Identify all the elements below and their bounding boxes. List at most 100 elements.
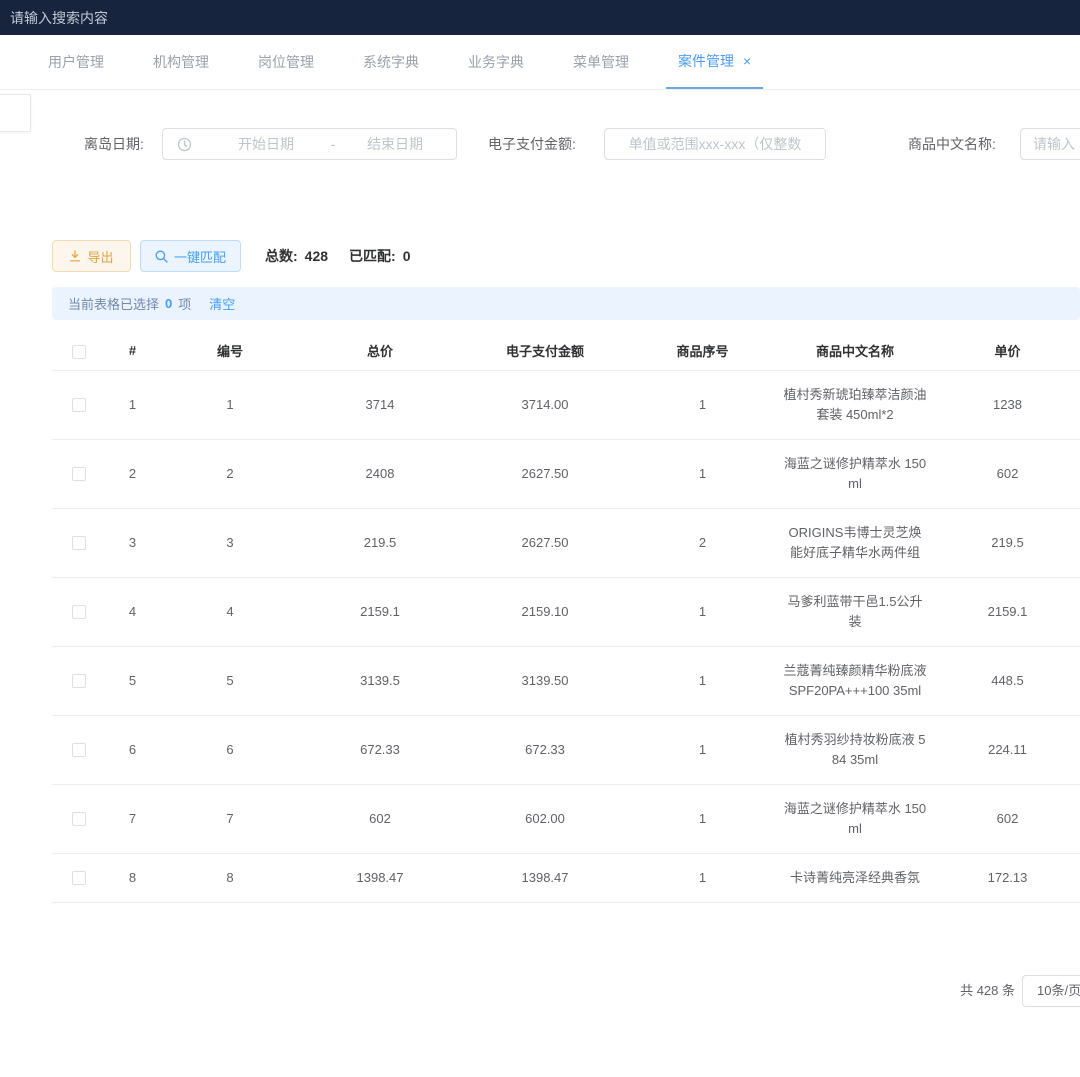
cell-index: 7: [105, 784, 160, 853]
tab-menu-mgmt[interactable]: 菜单管理: [573, 35, 629, 89]
cell-unit: 219.5: [935, 508, 1080, 577]
cell-epay: 672.33: [460, 715, 630, 784]
epay-amount-input[interactable]: 单值或范围xxx-xxx（仅整数: [604, 128, 826, 160]
table-row: 4 4 2159.1 2159.10 1 马爹利蓝带干邑1.5公升装 2159.…: [52, 577, 1080, 646]
table-body: 1 1 3714 3714.00 1 植村秀新琥珀臻萃洁颜油套装 450ml*2…: [52, 370, 1080, 902]
selection-count: 0: [165, 296, 172, 311]
cell-index: 3: [105, 508, 160, 577]
cell-seq: 1: [630, 715, 775, 784]
cell-epay: 602.00: [460, 784, 630, 853]
cell-code: 8: [160, 853, 300, 902]
cell-unit: 172.13: [935, 853, 1080, 902]
cell-epay: 2627.50: [460, 508, 630, 577]
cases-table: # 编号 总价 电子支付金额 商品序号 商品中文名称 单价 1 1 3714 3…: [52, 332, 1080, 905]
one-click-match-button[interactable]: 一键匹配: [140, 240, 241, 272]
cell-index: 1: [105, 370, 160, 439]
cell-index: 8: [105, 853, 160, 902]
depart-date-label: 离岛日期:: [84, 128, 144, 160]
table-row: 6 6 672.33 672.33 1 植村秀羽纱持妆粉底液 584 35ml …: [52, 715, 1080, 784]
global-search-input[interactable]: 请输入搜索内容: [10, 8, 108, 28]
close-icon[interactable]: ×: [743, 54, 751, 68]
export-button-label: 导出: [87, 247, 113, 266]
date-range-separator: -: [323, 136, 343, 152]
selection-suffix: 项: [178, 294, 191, 313]
download-icon: [69, 250, 81, 262]
cell-total: 3139.5: [300, 646, 460, 715]
tab-case-mgmt[interactable]: 案件管理 ×: [666, 35, 763, 89]
table-row: 8 8 1398.47 1398.47 1 卡诗菁纯亮泽经典香氛 172.13: [52, 853, 1080, 902]
cell-code: 1: [160, 370, 300, 439]
pagination-total: 共 428 条: [960, 975, 1015, 1007]
matched-value: 0: [403, 240, 411, 272]
tab-business-dict[interactable]: 业务字典: [468, 35, 524, 89]
cell-unit: 448.5: [935, 646, 1080, 715]
cell-unit: 602: [935, 784, 1080, 853]
tab-org-mgmt[interactable]: 机构管理: [153, 35, 209, 89]
corner-panel-fragment: [0, 94, 31, 132]
clear-selection-link[interactable]: 清空: [209, 294, 235, 313]
cell-epay: 1398.47: [460, 853, 630, 902]
table-row: 1 1 3714 3714.00 1 植村秀新琥珀臻萃洁颜油套装 450ml*2…: [52, 370, 1080, 439]
depart-date-range-input[interactable]: 开始日期 - 结束日期: [162, 128, 457, 160]
product-name-input[interactable]: 请输入: [1020, 128, 1080, 160]
table-header-row: # 编号 总价 电子支付金额 商品序号 商品中文名称 单价: [52, 332, 1080, 370]
row-checkbox[interactable]: [72, 871, 86, 885]
epay-amount-label: 电子支付金额:: [488, 128, 576, 160]
tab-post-mgmt[interactable]: 岗位管理: [258, 35, 314, 89]
cell-seq: 1: [630, 784, 775, 853]
table-row: 5 5 3139.5 3139.50 1 兰蔻菁纯臻颜精华粉底液SPF20PA+…: [52, 646, 1080, 715]
row-checkbox[interactable]: [72, 467, 86, 481]
tab-user-mgmt[interactable]: 用户管理: [48, 35, 104, 89]
cell-epay: 3139.50: [460, 646, 630, 715]
tab-system-dict[interactable]: 系统字典: [363, 35, 419, 89]
one-click-match-label: 一键匹配: [174, 247, 226, 266]
start-date-placeholder: 开始日期: [211, 134, 321, 154]
cell-total: 672.33: [300, 715, 460, 784]
row-checkbox[interactable]: [72, 536, 86, 550]
cell-unit: 224.11: [935, 715, 1080, 784]
cell-name: 卡诗菁纯亮泽经典香氛: [775, 853, 935, 902]
cell-seq: 1: [630, 646, 775, 715]
cell-name: 海蓝之谜修护精萃水 150ml: [775, 439, 935, 508]
matched-label: 已匹配:: [349, 240, 396, 272]
row-checkbox[interactable]: [72, 605, 86, 619]
cell-name: ORIGINS韦博士灵芝焕能好底子精华水两件组: [775, 508, 935, 577]
total-label: 总数:: [265, 240, 298, 272]
row-checkbox[interactable]: [72, 812, 86, 826]
export-button[interactable]: 导出: [52, 240, 131, 272]
cell-epay: 3714.00: [460, 370, 630, 439]
selection-prefix: 当前表格已选择: [68, 294, 159, 313]
cell-code: 6: [160, 715, 300, 784]
tab-bar: 用户管理 机构管理 岗位管理 系统字典 业务字典 菜单管理 案件管理 ×: [0, 35, 1080, 90]
cell-index: 5: [105, 646, 160, 715]
row-checkbox[interactable]: [72, 398, 86, 412]
cell-name: 植村秀羽纱持妆粉底液 584 35ml: [775, 715, 935, 784]
cell-name: 马爹利蓝带干邑1.5公升装: [775, 577, 935, 646]
cell-name: 植村秀新琥珀臻萃洁颜油套装 450ml*2: [775, 370, 935, 439]
table-row: 2 2 2408 2627.50 1 海蓝之谜修护精萃水 150ml 602: [52, 439, 1080, 508]
row-checkbox[interactable]: [72, 674, 86, 688]
col-header-name: 商品中文名称: [775, 332, 935, 370]
table-row: 7 7 602 602.00 1 海蓝之谜修护精萃水 150ml 602: [52, 784, 1080, 853]
cell-index: 6: [105, 715, 160, 784]
cell-code: 3: [160, 508, 300, 577]
cell-unit: 2159.1: [935, 577, 1080, 646]
product-name-label: 商品中文名称:: [908, 128, 996, 160]
cell-epay: 2159.10: [460, 577, 630, 646]
cell-seq: 1: [630, 370, 775, 439]
page-size-select[interactable]: 10条/页: [1022, 975, 1080, 1007]
match-stats: 总数: 428 已匹配: 0: [265, 240, 411, 272]
cell-total: 1398.47: [300, 853, 460, 902]
top-navbar: 请输入搜索内容: [0, 0, 1080, 35]
cell-total: 2408: [300, 439, 460, 508]
row-checkbox[interactable]: [72, 743, 86, 757]
col-header-index: #: [105, 332, 160, 370]
cell-code: 5: [160, 646, 300, 715]
stats-spacer: [335, 240, 342, 272]
col-header-code: 编号: [160, 332, 300, 370]
select-all-checkbox[interactable]: [72, 345, 86, 359]
cell-total: 2159.1: [300, 577, 460, 646]
cell-unit: 1238: [935, 370, 1080, 439]
cell-name: 兰蔻菁纯臻颜精华粉底液SPF20PA+++100 35ml: [775, 646, 935, 715]
tab-case-mgmt-label: 案件管理: [678, 51, 734, 71]
